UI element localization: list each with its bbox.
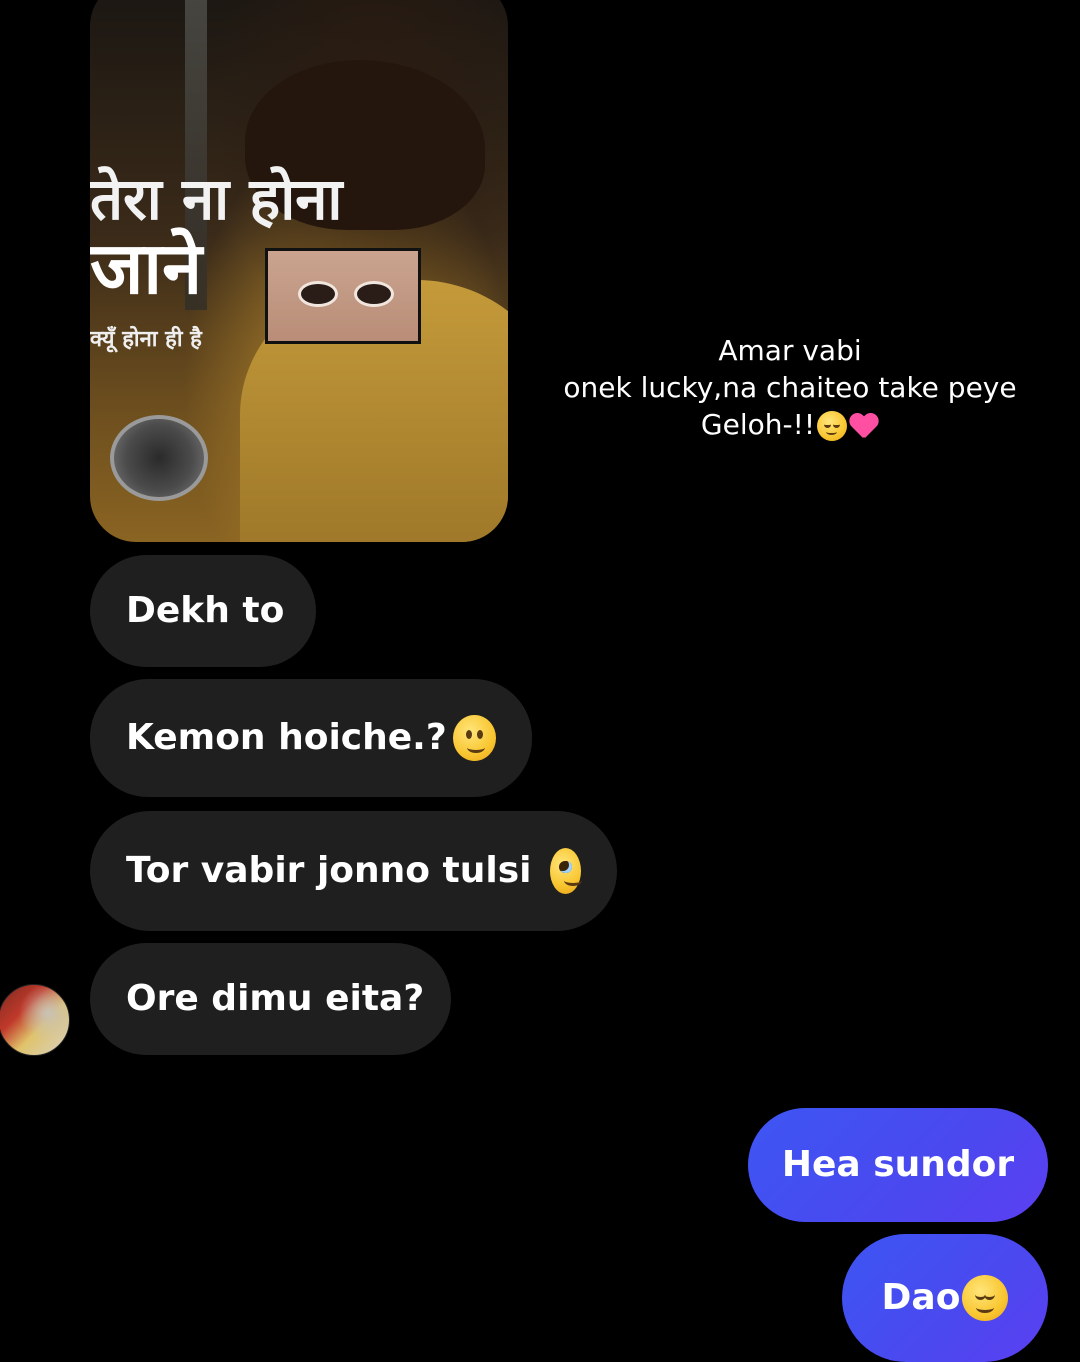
message-text: Hea sundor bbox=[781, 1144, 1015, 1185]
outgoing-message-1[interactable]: Hea sundor bbox=[748, 1108, 1048, 1222]
heart-icon bbox=[851, 412, 879, 440]
caption-line-3: Geloh-!! bbox=[540, 406, 1040, 443]
incoming-message-4[interactable]: Ore dimu eita? bbox=[90, 943, 451, 1055]
left-eye bbox=[298, 281, 338, 307]
overlay-caption: Amar vabi onek lucky,na chaiteo take pey… bbox=[540, 332, 1040, 443]
outgoing-message-2[interactable]: Dao bbox=[842, 1234, 1048, 1362]
story-headline-sub: क्यूँ होना ही है bbox=[90, 326, 202, 352]
slightly-smiling-face-icon bbox=[452, 715, 496, 761]
message-text: Dao bbox=[881, 1277, 961, 1318]
caption-line-2: onek lucky,na chaiteo take peye bbox=[563, 371, 1017, 404]
incoming-message-3[interactable]: Tor vabir jonno tulsi bbox=[90, 811, 617, 931]
relieved-face-icon bbox=[817, 411, 848, 441]
caption-line-1: Amar vabi bbox=[718, 334, 862, 367]
shared-story-image[interactable]: तेरा ना होना जाने क्यूँ होना ही है bbox=[90, 0, 508, 542]
sender-avatar[interactable] bbox=[0, 984, 70, 1056]
message-text: Dekh to bbox=[126, 590, 285, 631]
eye-strip-overlay bbox=[265, 248, 421, 344]
face-holding-back-tears-icon bbox=[550, 848, 583, 894]
story-headline-line1: तेरा ना होना bbox=[90, 165, 343, 233]
incoming-message-2[interactable]: Kemon hoiche.? bbox=[90, 679, 532, 797]
incoming-message-1[interactable]: Dekh to bbox=[90, 555, 316, 667]
wristwatch bbox=[110, 415, 208, 501]
right-eye bbox=[354, 281, 394, 307]
message-text: Kemon hoiche.? bbox=[126, 717, 447, 758]
relieved-face-icon bbox=[962, 1275, 1009, 1321]
caption-line-3-text: Geloh-!! bbox=[700, 408, 816, 441]
message-text: Ore dimu eita? bbox=[126, 978, 425, 1019]
story-headline-line2: जाने bbox=[90, 225, 203, 310]
message-text: Tor vabir jonno tulsi bbox=[126, 850, 545, 891]
